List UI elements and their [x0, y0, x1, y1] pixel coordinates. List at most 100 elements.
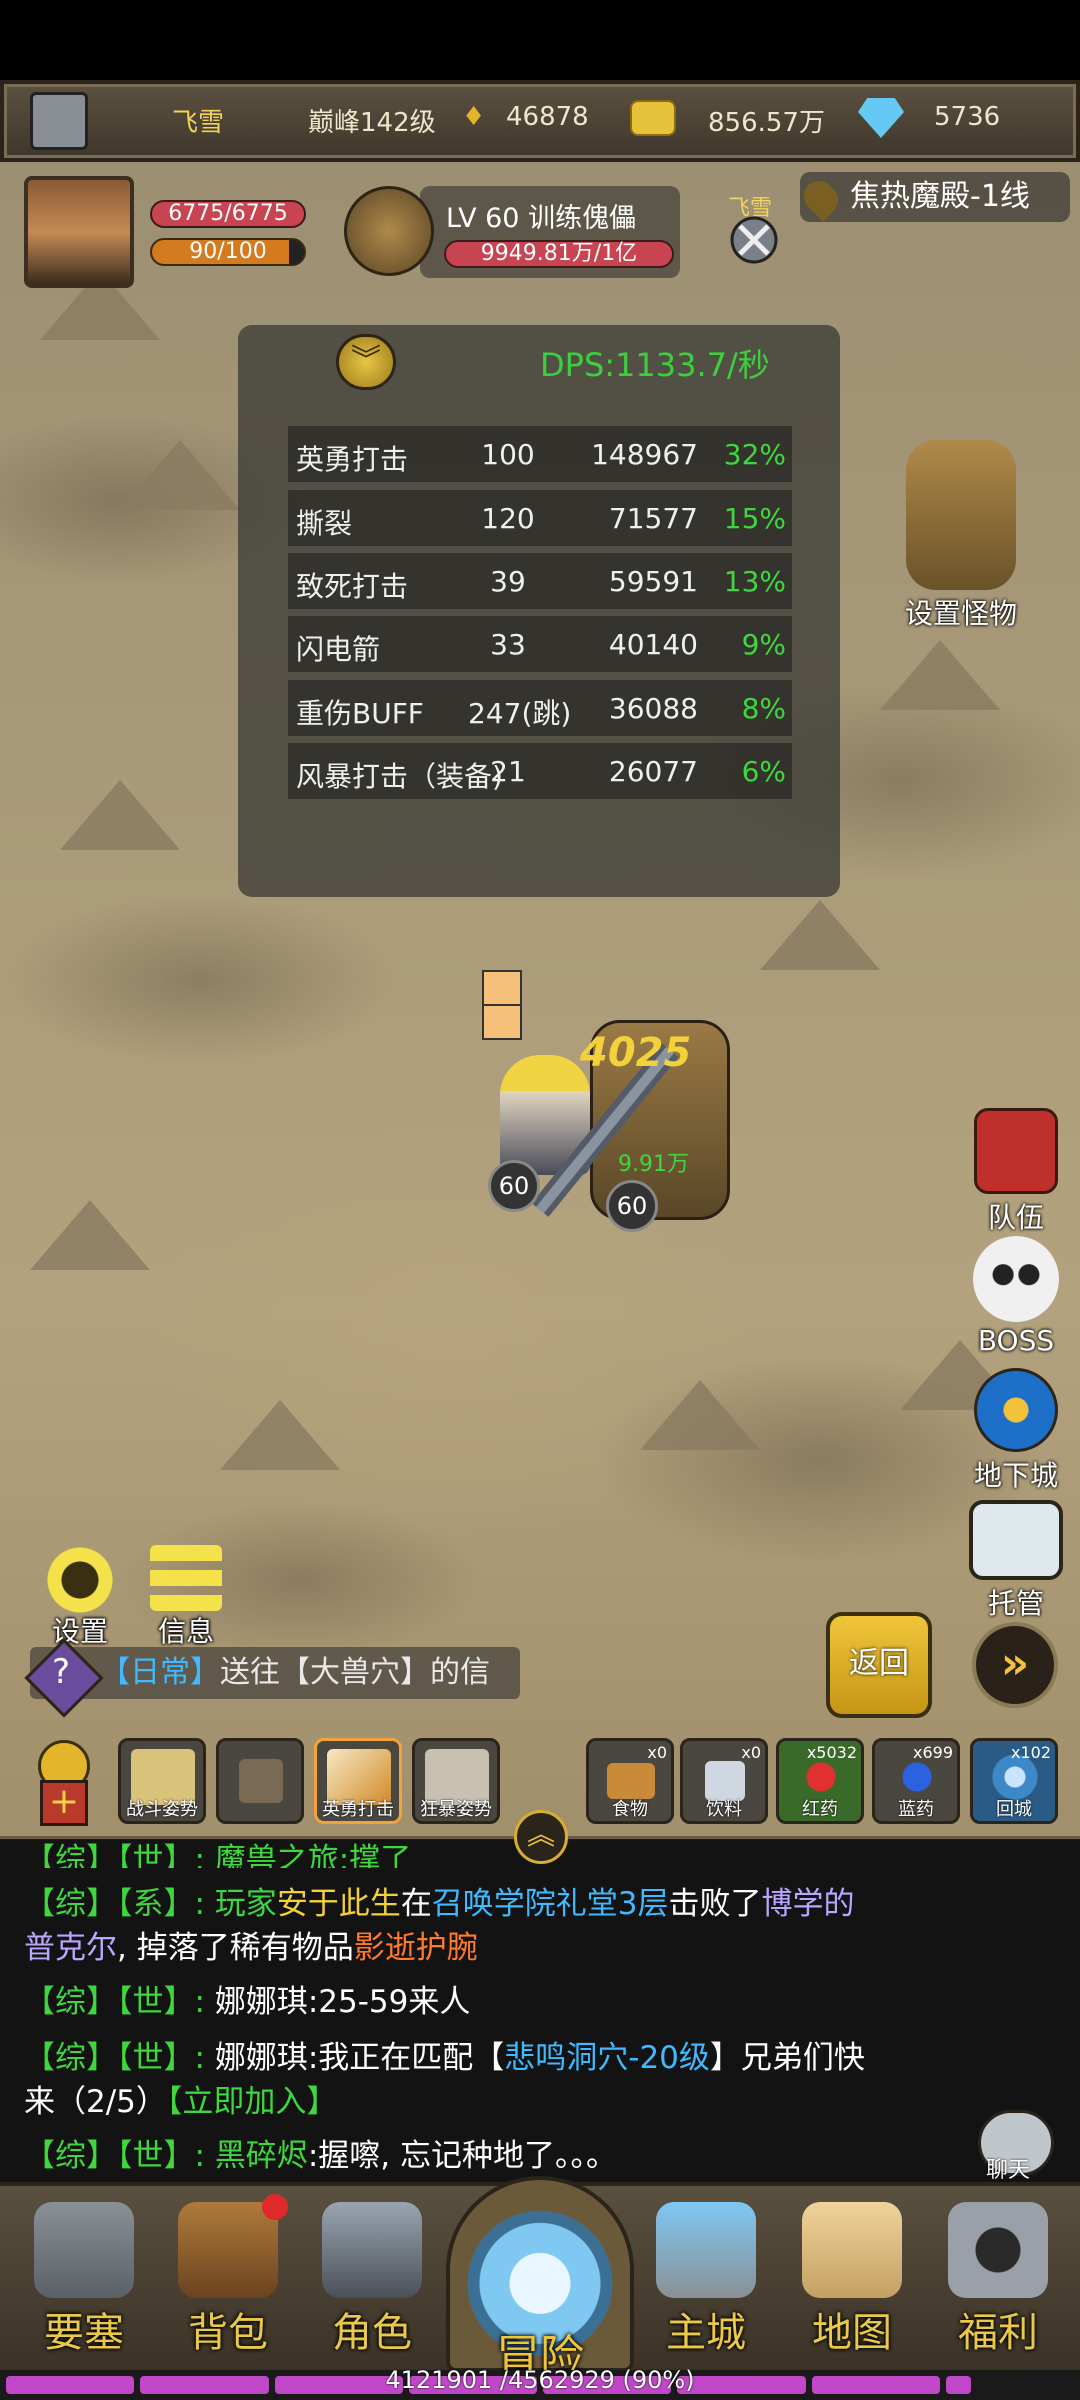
set-monster-button[interactable]: 设置怪物: [886, 440, 1036, 632]
question-mark-glyph: ?: [52, 1652, 71, 1692]
team-button[interactable]: 队伍: [966, 1108, 1066, 1236]
chat-line: 【综】【世】: 黑碎烬:握嚓, 忘记种地了。。。: [24, 2134, 1004, 2178]
skill-heroic-strike[interactable]: 英勇打击: [314, 1738, 402, 1824]
dps-damage: 71577: [608, 502, 698, 535]
hero-portrait[interactable]: [24, 176, 134, 288]
chat-text: 】兄弟们快: [709, 2040, 865, 2076]
chat-line: 【综】【系】: 玩家安于此生在召唤学院礼堂3层击败了博学的 普克尔, 掉落了稀有…: [24, 1882, 1004, 1970]
city-icon: [656, 2202, 756, 2298]
dps-damage: 148967: [591, 438, 698, 471]
chat-text: 来（2/5）: [24, 2084, 167, 2120]
dps-row: 撕裂 120 71577 15%: [288, 490, 792, 546]
dps-hit-count: 247(跳): [468, 697, 572, 730]
dps-damage: 26077: [608, 755, 698, 788]
chat-channel: 【综】【世】:: [24, 2040, 215, 2076]
rank-level: 巅峰142级: [308, 108, 436, 138]
target-title: LV 60 训练傀儡: [446, 203, 637, 234]
stance-berserk[interactable]: 狂暴姿势: [412, 1738, 500, 1824]
dps-percent: 6%: [741, 755, 786, 788]
golem-hp-text: 9.91万: [618, 1152, 689, 1177]
chat-text: :25-59来人: [307, 1984, 471, 2020]
nav-character[interactable]: 角色: [302, 2192, 442, 2362]
nav-fortress[interactable]: 要塞: [14, 2192, 154, 2362]
crossed-swords-icon[interactable]: [726, 196, 782, 266]
hero-mp-text: 90/100: [189, 239, 267, 264]
golem-portrait-icon[interactable]: [344, 186, 434, 276]
damage-number: 4025: [580, 1030, 692, 1076]
chat-player-name[interactable]: 黑碎烬: [215, 2138, 308, 2174]
stance-label: 战斗姿势: [126, 1799, 198, 1820]
add-skill-button[interactable]: +: [40, 1780, 88, 1826]
chat-text: 击败了: [668, 1886, 762, 1922]
join-now-link[interactable]: 【立即加入】: [167, 2084, 338, 2120]
hero-level-badge: 60: [488, 1160, 540, 1212]
chat-player-link[interactable]: 安于此生: [277, 1886, 401, 1922]
monitor-icon: [969, 1500, 1063, 1580]
chat-place-link[interactable]: 召唤学院礼堂3层: [432, 1886, 669, 1922]
item-hearthstone[interactable]: x102 回城: [970, 1738, 1058, 1824]
diamond-value: 5736: [934, 102, 1001, 132]
nav-label: 地图: [812, 2310, 892, 2356]
chat-button-label: 聊天: [986, 2158, 1031, 2183]
pvp-avatar-icon[interactable]: [30, 92, 88, 150]
quest-text: 送往【大兽穴】的信: [220, 1655, 490, 1690]
chat-player-name[interactable]: 娜娜琪: [215, 2040, 308, 2076]
gold-icon[interactable]: [630, 100, 676, 136]
dungeon-button[interactable]: 地下城: [960, 1368, 1072, 1494]
dps-hit-count: 120: [481, 502, 535, 535]
item-food[interactable]: x0 食物: [586, 1738, 674, 1824]
chat-item-link[interactable]: 影逝护腕: [354, 1930, 478, 1966]
item-label: 饮料: [706, 1799, 742, 1820]
nav-label: 福利: [958, 2310, 1038, 2356]
experience-text: 4121901 /4562929 (90%): [385, 2366, 695, 2394]
nav-label: 要塞: [44, 2310, 124, 2356]
dps-damage: 40140: [608, 628, 698, 661]
dps-row: 英勇打击 100 148967 32%: [288, 426, 792, 482]
team-label: 队伍: [987, 1201, 1044, 1234]
empty-skill-slot[interactable]: [216, 1738, 304, 1824]
fast-forward-icon[interactable]: »: [972, 1622, 1058, 1708]
chat-text: :握嚓, 忘记种地了。。。: [307, 2138, 617, 2174]
dps-row: 致死打击 39 59591 13%: [288, 553, 792, 609]
dps-percent: 8%: [741, 692, 786, 725]
stance-battle[interactable]: 战斗姿势: [118, 1738, 206, 1824]
chat-channel: 【综】【世】:: [24, 2138, 215, 2174]
dps-title: DPS:1133.7/秒: [540, 346, 770, 384]
item-blue-potion[interactable]: x699 蓝药: [872, 1738, 960, 1824]
diamond-icon[interactable]: [858, 98, 904, 138]
location-label[interactable]: 焦热魔殿-1线: [800, 172, 1070, 222]
menu-icon[interactable]: [150, 1545, 222, 1611]
dps-skill-name: 撕裂: [296, 507, 353, 540]
item-drink[interactable]: x0 饮料: [680, 1738, 768, 1824]
nav-welfare[interactable]: 福利: [928, 2192, 1068, 2362]
dps-skill-name: 致死打击: [296, 570, 409, 603]
set-monster-label: 设置怪物: [904, 597, 1017, 630]
collapse-chevron-icon[interactable]: ︾: [336, 334, 396, 390]
item-label: 回城: [996, 1799, 1032, 1820]
hero-mp-bar: 90/100: [150, 238, 306, 266]
item-label: 食物: [612, 1799, 648, 1820]
daily-quest-tracker[interactable]: 【日常】送往【大兽穴】的信: [30, 1647, 520, 1699]
boss-button[interactable]: BOSS: [966, 1236, 1066, 1357]
banner-icon: [974, 1108, 1058, 1194]
item-red-potion[interactable]: x5032 红药: [776, 1738, 864, 1824]
chat-player-name[interactable]: 娜娜琪: [215, 1984, 308, 2020]
nav-bag[interactable]: 背包: [158, 2192, 298, 2362]
auto-label: 托管: [987, 1587, 1044, 1620]
dps-percent: 15%: [723, 502, 786, 535]
item-count: x0: [741, 1743, 761, 1762]
gear-icon[interactable]: [40, 1540, 120, 1620]
nav-label: 背包: [188, 2310, 268, 2356]
notification-dot: [262, 2194, 288, 2220]
golem-level-badge: 60: [606, 1180, 658, 1232]
plus-slot-icon: [239, 1759, 283, 1803]
target-hp-bar: 9949.81万/1亿: [444, 240, 674, 268]
nav-main-city[interactable]: 主城: [636, 2192, 776, 2362]
auto-button[interactable]: 托管: [966, 1500, 1066, 1622]
return-button[interactable]: 返回: [826, 1612, 932, 1718]
chat-boss-name: 普克尔: [24, 1930, 117, 1966]
hero-hp-bar: 6775/6775: [150, 200, 306, 228]
buff-slash-icon: [482, 970, 522, 1006]
nav-map[interactable]: 地图: [782, 2192, 922, 2362]
skill-label: 英勇打击: [322, 1799, 394, 1820]
